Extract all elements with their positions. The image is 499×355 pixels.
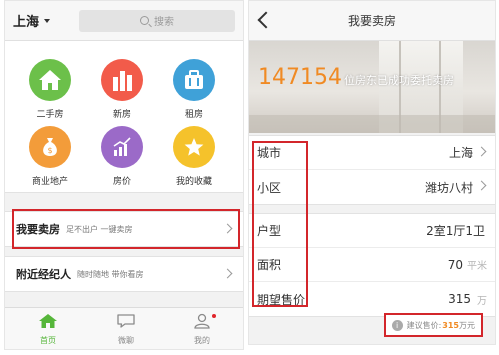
category-grid: 二手房 新房 租房 $ 商业地产 房价 我的收藏 bbox=[5, 41, 243, 193]
house-icon bbox=[29, 59, 71, 101]
page-title: 我要卖房 bbox=[347, 14, 396, 28]
tab-home[interactable]: 首页 bbox=[23, 313, 73, 346]
grid-item-label: 二手房 bbox=[36, 110, 64, 120]
tab-chat[interactable]: 微聊 bbox=[101, 313, 151, 346]
grid-item-label: 新房 bbox=[112, 110, 131, 120]
nav-bar: 我要卖房 bbox=[249, 1, 495, 41]
banner-floor bbox=[249, 115, 495, 133]
tab-label: 微聊 bbox=[118, 336, 134, 345]
row-title: 附近经纪人 bbox=[16, 268, 71, 281]
grid-item-new-home[interactable]: 新房 bbox=[87, 59, 157, 120]
field-unit: 万 bbox=[477, 295, 487, 307]
trend-chart-icon bbox=[101, 126, 143, 168]
tab-bar: 首页 微聊 我的 bbox=[5, 307, 243, 349]
grid-item-house-price[interactable]: 房价 bbox=[87, 126, 157, 187]
tab-me[interactable]: 我的 bbox=[177, 313, 227, 346]
city-selector[interactable]: 上海 bbox=[13, 11, 71, 30]
suggest-unit: 万元 bbox=[459, 320, 475, 330]
landlord-count: 147154 bbox=[258, 65, 342, 90]
search-icon bbox=[140, 16, 149, 25]
chevron-right-icon bbox=[476, 180, 487, 191]
star-icon bbox=[173, 126, 215, 168]
caret-down-icon bbox=[44, 18, 51, 23]
chevron-right-icon bbox=[476, 146, 487, 157]
sell-house-screen: 我要卖房 147154 位房东已成功委托卖房 城市 上海 小区 潍坊八村 户型 … bbox=[248, 0, 496, 345]
notification-dot bbox=[212, 314, 216, 318]
home-icon bbox=[39, 314, 57, 328]
suggest-value: 315 bbox=[442, 320, 459, 330]
banner: 147154 位房东已成功委托卖房 bbox=[249, 41, 495, 133]
buildings-icon bbox=[101, 59, 143, 101]
grid-item-favorites[interactable]: 我的收藏 bbox=[159, 126, 229, 187]
suggested-price: i 建议售价: 315 万元 bbox=[383, 313, 483, 337]
chevron-right-icon bbox=[222, 268, 233, 279]
money-bag-icon: $ bbox=[29, 126, 71, 168]
nearby-agent-row[interactable]: 附近经纪人 随时随地 带你看房 bbox=[5, 256, 243, 292]
top-bar: 上海 搜索 bbox=[5, 1, 243, 41]
highlight-box bbox=[252, 141, 308, 307]
highlight-box bbox=[12, 209, 240, 249]
chat-bubble-icon bbox=[117, 314, 135, 328]
field-unit: 平米 bbox=[467, 261, 487, 272]
city-label: 上海 bbox=[13, 15, 40, 30]
info-icon: i bbox=[391, 319, 403, 331]
search-input[interactable]: 搜索 bbox=[79, 9, 235, 32]
tab-label: 我的 bbox=[194, 336, 210, 345]
field-value: 70 bbox=[447, 257, 463, 272]
field-value: 315 bbox=[448, 292, 471, 306]
tab-label: 首页 bbox=[40, 336, 56, 345]
grid-item-label: 商业地产 bbox=[31, 177, 68, 187]
grid-item-label: 我的收藏 bbox=[175, 177, 212, 187]
search-placeholder: 搜索 bbox=[154, 17, 174, 28]
grid-item-label: 租房 bbox=[184, 110, 203, 120]
composite-screenshot: 上海 搜索 二手房 新房 租房 $ 商业地产 房价 我的收藏 我要卖房 足不出户… bbox=[0, 0, 499, 355]
grid-item-second-hand[interactable]: 二手房 bbox=[15, 59, 85, 120]
person-icon bbox=[194, 313, 210, 329]
field-value: 潍坊八村 bbox=[424, 180, 473, 195]
grid-item-label: 房价 bbox=[112, 177, 131, 187]
home-screen: 上海 搜索 二手房 新房 租房 $ 商业地产 房价 我的收藏 我要卖房 足不出户… bbox=[4, 0, 244, 350]
banner-headline: 147154 位房东已成功委托卖房 bbox=[258, 65, 454, 90]
grid-item-commercial[interactable]: $ 商业地产 bbox=[15, 126, 85, 187]
suitcase-icon bbox=[173, 59, 215, 101]
back-arrow-icon[interactable] bbox=[257, 11, 275, 29]
suggest-label: 建议售价: bbox=[406, 320, 442, 330]
field-value: 上海 bbox=[448, 146, 473, 160]
svg-text:$: $ bbox=[47, 146, 52, 155]
row-subtitle: 随时随地 带你看房 bbox=[77, 269, 144, 279]
field-value: 2室1厅1卫 bbox=[426, 224, 485, 238]
grid-item-rent[interactable]: 租房 bbox=[159, 59, 229, 120]
banner-text: 位房东已成功委托卖房 bbox=[343, 74, 454, 87]
